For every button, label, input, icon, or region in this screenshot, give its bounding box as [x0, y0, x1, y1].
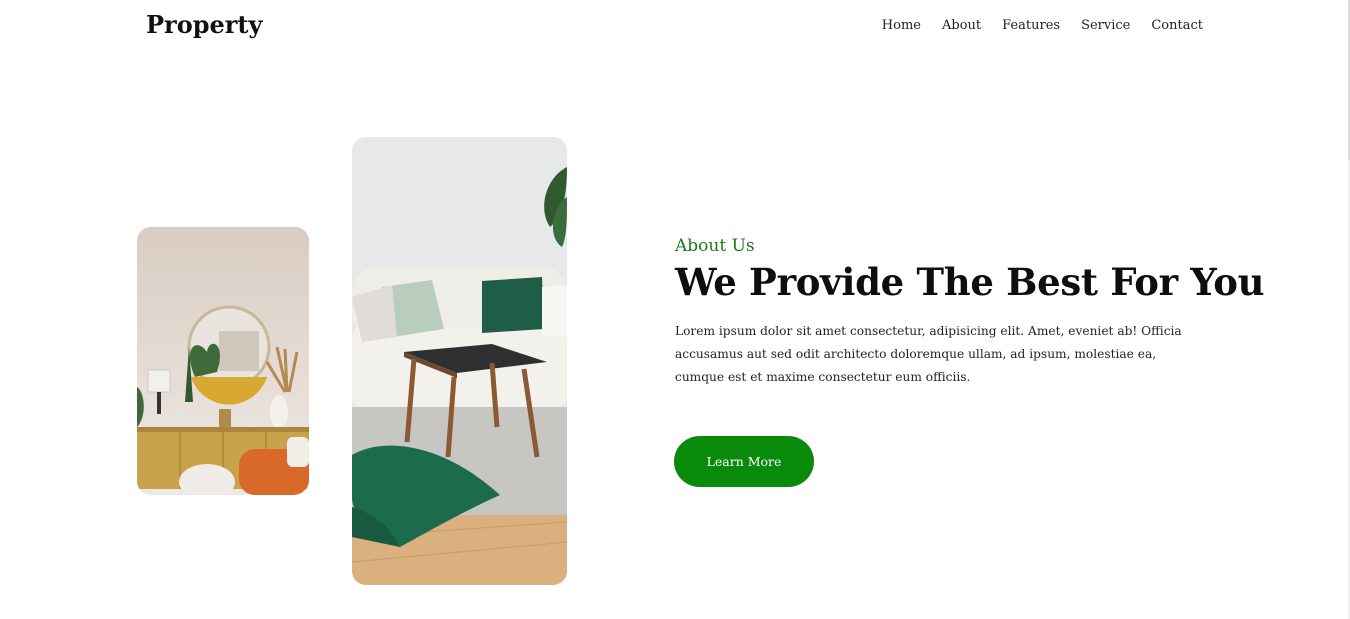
learn-more-button[interactable]: Learn More	[674, 436, 814, 487]
main-nav: Home About Features Service Contact	[861, 18, 1203, 33]
brand-logo[interactable]: Property	[146, 10, 262, 39]
section-paragraph: Lorem ipsum dolor sit amet consectetur, …	[675, 324, 1182, 384]
section-title: We Provide The Best For You	[675, 260, 1265, 304]
nav-link-features[interactable]: Features	[1002, 18, 1060, 33]
about-image-large	[352, 137, 567, 585]
nav-link-about[interactable]: About	[942, 18, 981, 33]
living-room-sofa-photo	[352, 137, 567, 585]
about-image-small	[137, 227, 309, 495]
section-eyebrow: About Us	[675, 236, 755, 256]
living-room-sideboard-photo	[137, 227, 309, 495]
nav-link-service[interactable]: Service	[1081, 18, 1130, 33]
nav-link-contact[interactable]: Contact	[1151, 18, 1203, 33]
nav-link-home[interactable]: Home	[882, 18, 921, 33]
